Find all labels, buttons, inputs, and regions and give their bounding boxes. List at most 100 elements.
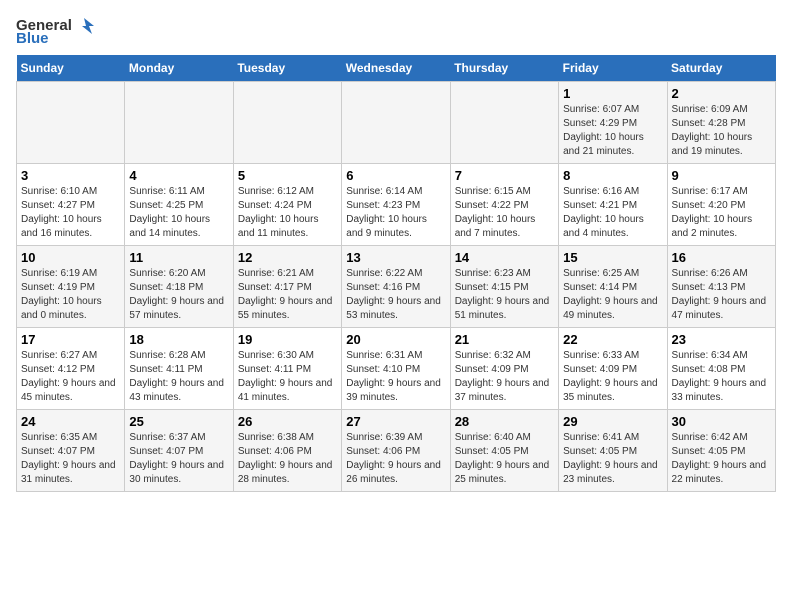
day-number: 5 xyxy=(238,168,337,183)
weekday-header-monday: Monday xyxy=(125,55,233,82)
calendar-cell: 15 Sunrise: 6:25 AM Sunset: 4:14 PM Dayli… xyxy=(559,246,667,328)
day-info: Sunrise: 6:26 AM Sunset: 4:13 PM Dayligh… xyxy=(672,267,771,323)
day-number: 18 xyxy=(129,332,228,347)
day-info: Sunrise: 6:35 AM Sunset: 4:07 PM Dayligh… xyxy=(21,431,120,487)
weekday-header-tuesday: Tuesday xyxy=(233,55,341,82)
day-info: Sunrise: 6:33 AM Sunset: 4:09 PM Dayligh… xyxy=(563,349,662,405)
day-info: Sunrise: 6:22 AM Sunset: 4:16 PM Dayligh… xyxy=(346,267,445,323)
day-info: Sunrise: 6:12 AM Sunset: 4:24 PM Dayligh… xyxy=(238,185,337,241)
calendar-cell: 29 Sunrise: 6:41 AM Sunset: 4:05 PM Dayli… xyxy=(559,410,667,492)
day-info: Sunrise: 6:42 AM Sunset: 4:05 PM Dayligh… xyxy=(672,431,771,487)
calendar-cell: 12Sunrise: 6:21 AM Sunset: 4:17 PM Dayli… xyxy=(233,246,341,328)
day-info: Sunrise: 6:40 AM Sunset: 4:05 PM Dayligh… xyxy=(455,431,554,487)
calendar-cell: 4 Sunrise: 6:11 AM Sunset: 4:25 PM Daylig… xyxy=(125,164,233,246)
day-number: 20 xyxy=(346,332,445,347)
day-info: Sunrise: 6:41 AM Sunset: 4:05 PM Dayligh… xyxy=(563,431,662,487)
calendar-week-4: 24 Sunrise: 6:35 AM Sunset: 4:07 PM Dayli… xyxy=(17,410,776,492)
day-number: 16 xyxy=(672,250,771,265)
calendar-cell: 8 Sunrise: 6:16 AM Sunset: 4:21 PM Daylig… xyxy=(559,164,667,246)
calendar-cell: 3 Sunrise: 6:10 AM Sunset: 4:27 PM Daylig… xyxy=(17,164,125,246)
calendar-cell xyxy=(450,82,558,164)
calendar-cell: 9 Sunrise: 6:17 AM Sunset: 4:20 PM Daylig… xyxy=(667,164,775,246)
calendar-cell: 28 Sunrise: 6:40 AM Sunset: 4:05 PM Dayli… xyxy=(450,410,558,492)
calendar-cell: 6 Sunrise: 6:14 AM Sunset: 4:23 PM Daylig… xyxy=(342,164,450,246)
day-number: 19 xyxy=(238,332,337,347)
calendar-cell: 24 Sunrise: 6:35 AM Sunset: 4:07 PM Dayli… xyxy=(17,410,125,492)
day-info: Sunrise: 6:27 AM Sunset: 4:12 PM Dayligh… xyxy=(21,349,120,405)
day-info: Sunrise: 6:17 AM Sunset: 4:20 PM Dayligh… xyxy=(672,185,771,241)
header-row: SundayMondayTuesdayWednesdayThursdayFrid… xyxy=(17,55,776,82)
day-number: 13 xyxy=(346,250,445,265)
day-number: 25 xyxy=(129,414,228,429)
calendar-cell: 20Sunrise: 6:31 AM Sunset: 4:10 PM Dayli… xyxy=(342,328,450,410)
day-number: 11 xyxy=(129,250,228,265)
logo-text: General Blue xyxy=(16,16,94,47)
weekday-header-wednesday: Wednesday xyxy=(342,55,450,82)
day-info: Sunrise: 6:07 AM Sunset: 4:29 PM Dayligh… xyxy=(563,103,662,159)
calendar-week-3: 17Sunrise: 6:27 AM Sunset: 4:12 PM Dayli… xyxy=(17,328,776,410)
day-info: Sunrise: 6:09 AM Sunset: 4:28 PM Dayligh… xyxy=(672,103,771,159)
day-info: Sunrise: 6:10 AM Sunset: 4:27 PM Dayligh… xyxy=(21,185,120,241)
day-number: 30 xyxy=(672,414,771,429)
day-number: 9 xyxy=(672,168,771,183)
day-info: Sunrise: 6:16 AM Sunset: 4:21 PM Dayligh… xyxy=(563,185,662,241)
calendar-cell: 2 Sunrise: 6:09 AM Sunset: 4:28 PM Daylig… xyxy=(667,82,775,164)
calendar-table: SundayMondayTuesdayWednesdayThursdayFrid… xyxy=(16,55,776,492)
calendar-cell: 11 Sunrise: 6:20 AM Sunset: 4:18 PM Dayli… xyxy=(125,246,233,328)
day-number: 2 xyxy=(672,86,771,101)
day-number: 10 xyxy=(21,250,120,265)
day-number: 29 xyxy=(563,414,662,429)
calendar-cell: 13 Sunrise: 6:22 AM Sunset: 4:16 PM Dayli… xyxy=(342,246,450,328)
day-number: 15 xyxy=(563,250,662,265)
calendar-cell xyxy=(125,82,233,164)
day-info: Sunrise: 6:20 AM Sunset: 4:18 PM Dayligh… xyxy=(129,267,228,323)
day-info: Sunrise: 6:21 AM Sunset: 4:17 PM Dayligh… xyxy=(238,267,337,323)
day-info: Sunrise: 6:34 AM Sunset: 4:08 PM Dayligh… xyxy=(672,349,771,405)
calendar-cell: 30 Sunrise: 6:42 AM Sunset: 4:05 PM Dayli… xyxy=(667,410,775,492)
day-info: Sunrise: 6:30 AM Sunset: 4:11 PM Dayligh… xyxy=(238,349,337,405)
day-info: Sunrise: 6:32 AM Sunset: 4:09 PM Dayligh… xyxy=(455,349,554,405)
weekday-header-friday: Friday xyxy=(559,55,667,82)
day-number: 27 xyxy=(346,414,445,429)
day-info: Sunrise: 6:37 AM Sunset: 4:07 PM Dayligh… xyxy=(129,431,228,487)
weekday-header-thursday: Thursday xyxy=(450,55,558,82)
day-number: 3 xyxy=(21,168,120,183)
calendar-cell xyxy=(17,82,125,164)
calendar-cell: 21 Sunrise: 6:32 AM Sunset: 4:09 PM Dayli… xyxy=(450,328,558,410)
day-number: 21 xyxy=(455,332,554,347)
calendar-cell: 10Sunrise: 6:19 AM Sunset: 4:19 PM Dayli… xyxy=(17,246,125,328)
calendar-cell: 27Sunrise: 6:39 AM Sunset: 4:06 PM Dayli… xyxy=(342,410,450,492)
calendar-cell xyxy=(233,82,341,164)
day-info: Sunrise: 6:23 AM Sunset: 4:15 PM Dayligh… xyxy=(455,267,554,323)
day-number: 23 xyxy=(672,332,771,347)
day-number: 7 xyxy=(455,168,554,183)
day-number: 14 xyxy=(455,250,554,265)
day-info: Sunrise: 6:15 AM Sunset: 4:22 PM Dayligh… xyxy=(455,185,554,241)
weekday-header-sunday: Sunday xyxy=(17,55,125,82)
day-info: Sunrise: 6:38 AM Sunset: 4:06 PM Dayligh… xyxy=(238,431,337,487)
calendar-cell: 18 Sunrise: 6:28 AM Sunset: 4:11 PM Dayli… xyxy=(125,328,233,410)
day-number: 4 xyxy=(129,168,228,183)
logo-blue: Blue xyxy=(16,30,49,47)
calendar-cell xyxy=(342,82,450,164)
day-number: 8 xyxy=(563,168,662,183)
calendar-cell: 26Sunrise: 6:38 AM Sunset: 4:06 PM Dayli… xyxy=(233,410,341,492)
day-number: 6 xyxy=(346,168,445,183)
day-number: 22 xyxy=(563,332,662,347)
day-info: Sunrise: 6:14 AM Sunset: 4:23 PM Dayligh… xyxy=(346,185,445,241)
calendar-cell: 14 Sunrise: 6:23 AM Sunset: 4:15 PM Dayli… xyxy=(450,246,558,328)
calendar-cell: 22 Sunrise: 6:33 AM Sunset: 4:09 PM Dayli… xyxy=(559,328,667,410)
calendar-cell: 23 Sunrise: 6:34 AM Sunset: 4:08 PM Dayli… xyxy=(667,328,775,410)
weekday-header-saturday: Saturday xyxy=(667,55,775,82)
day-info: Sunrise: 6:28 AM Sunset: 4:11 PM Dayligh… xyxy=(129,349,228,405)
header: General Blue xyxy=(16,16,776,47)
calendar-week-2: 10Sunrise: 6:19 AM Sunset: 4:19 PM Dayli… xyxy=(17,246,776,328)
day-number: 28 xyxy=(455,414,554,429)
calendar-cell: 16 Sunrise: 6:26 AM Sunset: 4:13 PM Dayli… xyxy=(667,246,775,328)
calendar-week-0: 1 Sunrise: 6:07 AM Sunset: 4:29 PM Daylig… xyxy=(17,82,776,164)
day-number: 1 xyxy=(563,86,662,101)
day-info: Sunrise: 6:11 AM Sunset: 4:25 PM Dayligh… xyxy=(129,185,228,241)
logo-bird-icon xyxy=(74,16,94,34)
day-number: 24 xyxy=(21,414,120,429)
day-info: Sunrise: 6:25 AM Sunset: 4:14 PM Dayligh… xyxy=(563,267,662,323)
